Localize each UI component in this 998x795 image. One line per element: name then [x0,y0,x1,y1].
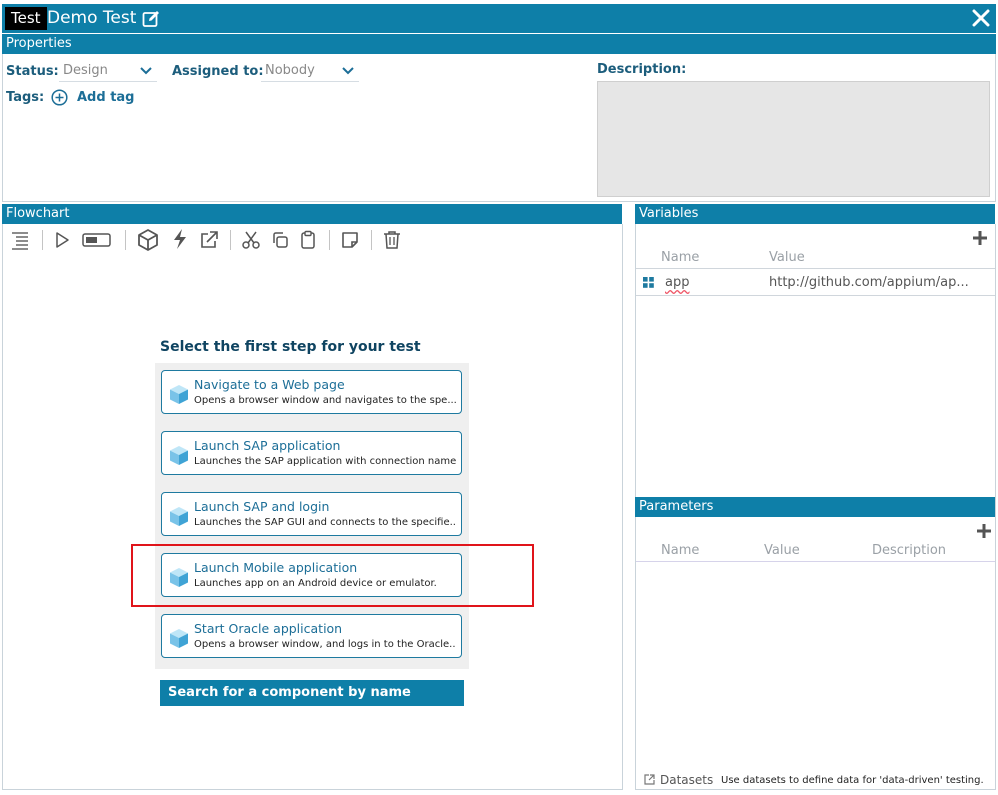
test-type-badge: Test [5,7,47,30]
step-start-oracle[interactable]: Start Oracle application Opens a browser… [161,614,462,658]
datasets-link[interactable]: Datasets [660,773,713,787]
step-navigate-web[interactable]: Navigate to a Web page Opens a browser w… [161,370,462,414]
variable-row[interactable]: app http://github.com/appium/ap... [636,271,995,295]
divider [636,268,995,269]
variables-col-value: Value [769,250,805,265]
status-label: Status: [6,64,59,79]
toggle-icon[interactable] [82,230,112,250]
assigned-select[interactable]: Nobody [261,61,359,82]
assigned-label: Assigned to: [172,64,264,79]
step-title: Start Oracle application [194,621,343,636]
datasets-hint: Use datasets to define data for 'data-dr… [721,775,984,786]
step-description: Opens a browser window, and logs in to t… [194,639,456,650]
cube-icon [170,446,188,465]
parameters-header: Parameters [635,497,995,517]
chevron-down-icon [140,67,152,75]
add-variable-icon[interactable] [972,230,988,246]
test-title: Demo Test [47,8,137,28]
external-link-icon[interactable] [199,230,219,250]
parameters-col-value: Value [764,543,800,558]
external-link-icon[interactable] [644,774,655,785]
step-title: Navigate to a Web page [194,377,345,392]
step-title: Launch SAP application [194,438,341,453]
lightning-icon[interactable] [170,228,190,250]
status-select[interactable]: Design [59,61,157,82]
add-circle-icon[interactable] [51,89,68,106]
divider [636,295,995,296]
description-label: Description: [597,62,687,77]
chevron-down-icon [342,67,354,75]
close-icon[interactable] [972,9,990,27]
assigned-value: Nobody [265,63,315,78]
cut-icon[interactable] [241,230,261,250]
grid-icon [643,277,654,288]
cube-icon [170,385,188,404]
add-parameter-icon[interactable] [976,523,992,539]
trash-icon[interactable] [382,230,402,250]
divider [636,561,995,562]
note-icon[interactable] [340,230,360,250]
cube-icon [170,629,188,648]
variables-col-name: Name [661,250,700,265]
search-component-button[interactable]: Search for a component by name [160,680,464,706]
description-field[interactable] [597,81,990,197]
paste-icon[interactable] [298,230,318,250]
first-step-title: Select the first step for your test [160,339,421,355]
highlight-box [131,544,534,607]
step-launch-sap-login[interactable]: Launch SAP and login Launches the SAP GU… [161,492,462,536]
properties-header: Properties [2,34,996,54]
add-tag-link[interactable]: Add tag [77,90,135,105]
step-description: Opens a browser window and navigates to … [194,395,456,406]
variable-name: app [665,275,690,290]
step-launch-sap[interactable]: Launch SAP application Launches the SAP … [161,431,462,475]
step-description: Launches the SAP GUI and connects to the… [194,517,456,528]
step-title: Launch SAP and login [194,499,330,514]
toolbar-divider [329,230,330,250]
parameters-col-description: Description [872,543,947,558]
edit-icon[interactable] [142,10,160,28]
copy-icon[interactable] [270,230,290,250]
tags-label: Tags: [6,90,45,105]
flowchart-header: Flowchart [2,204,622,224]
status-value: Design [63,63,108,78]
package-icon[interactable] [137,229,159,251]
window-title-bar: Test Demo Test [2,4,996,33]
toolbar-divider [371,230,372,250]
cube-icon [170,507,188,526]
toolbar-divider [42,230,43,250]
variable-value: http://github.com/appium/ap... [769,275,969,290]
toolbar-divider [230,230,231,250]
play-icon[interactable] [52,230,72,250]
list-icon[interactable] [10,230,30,250]
parameters-col-name: Name [661,543,700,558]
step-description: Launches the SAP application with connec… [194,456,456,467]
toolbar-divider [125,230,126,250]
variables-header: Variables [635,204,995,224]
